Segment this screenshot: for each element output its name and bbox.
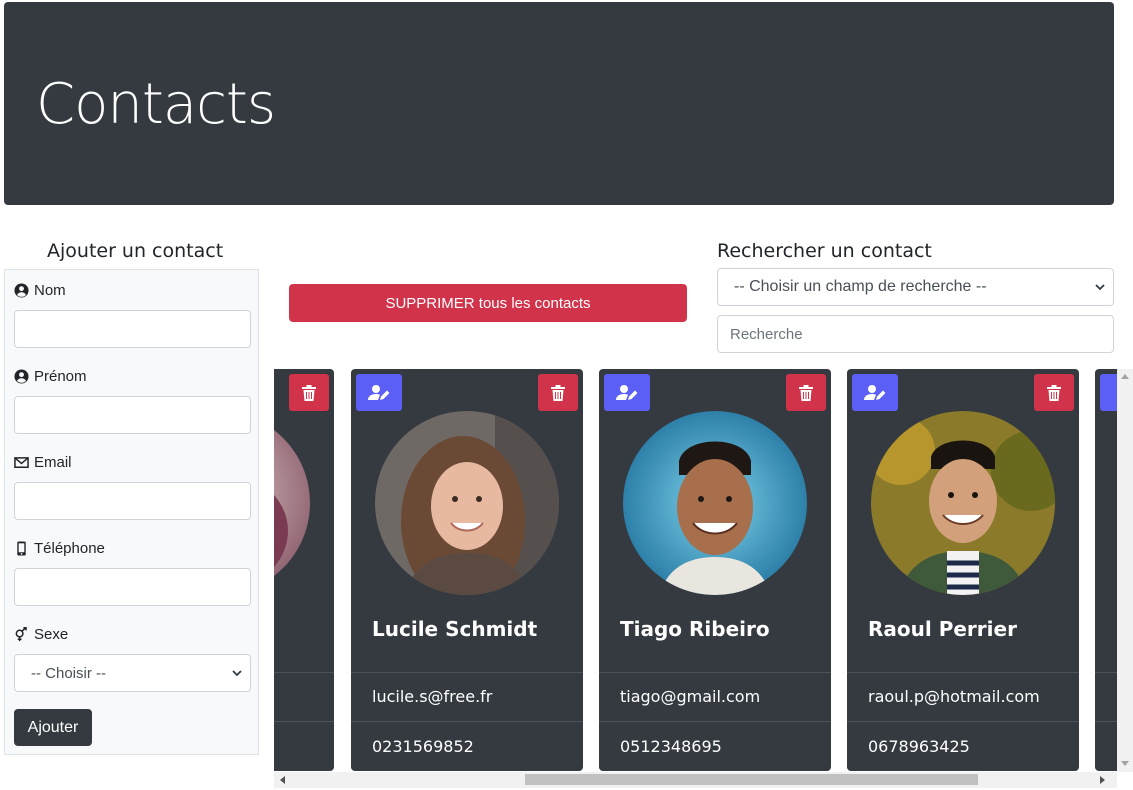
prenom-input[interactable]: [14, 396, 251, 434]
scroll-down-arrow-icon[interactable]: [1121, 761, 1129, 766]
trash-icon: [302, 384, 316, 401]
add-contact-button[interactable]: Ajouter: [14, 709, 92, 746]
delete-contact-button[interactable]: [1034, 374, 1074, 411]
user-circle-icon: [14, 283, 29, 298]
contact-card-partial: [1095, 369, 1117, 771]
delete-contact-button[interactable]: [786, 374, 826, 411]
nom-label: Nom: [14, 282, 66, 299]
user-edit-icon: [864, 384, 886, 400]
prenom-label: Prénom: [14, 368, 87, 385]
trash-icon: [799, 384, 813, 401]
contact-name: Tiago Ribeiro: [620, 617, 770, 641]
card-divider: [274, 672, 334, 673]
card-divider: [847, 721, 1079, 722]
user-edit-icon: [368, 384, 390, 400]
contact-email: lucile.s@free.fr: [372, 687, 493, 706]
contact-email: tiago@gmail.com: [620, 687, 761, 706]
contact-name: Lucile Schmidt: [372, 617, 538, 641]
telephone-label: Téléphone: [14, 540, 105, 557]
contact-card: Raoul Perrier raoul.p@hotmail.com 067896…: [847, 369, 1079, 771]
horizontal-scroll-thumb[interactable]: [525, 774, 978, 785]
card-divider: [351, 672, 583, 673]
chevron-down-icon: [232, 670, 242, 677]
horizontal-scrollbar[interactable]: [274, 772, 1117, 788]
scroll-right-arrow-icon[interactable]: [1100, 776, 1105, 784]
card-divider: [1095, 672, 1117, 673]
gender-icon: [15, 627, 27, 642]
trash-icon: [551, 384, 565, 401]
delete-contact-button[interactable]: [538, 374, 578, 411]
email-input[interactable]: [14, 482, 251, 520]
contact-phone: 0678963425: [868, 737, 970, 756]
add-contact-form: Nom Prénom Email Téléphone Sexe -- Chois…: [4, 269, 259, 755]
edit-contact-button[interactable]: [356, 374, 402, 411]
contact-phone: 0512348695: [620, 737, 722, 756]
page-title: Contacts: [36, 72, 276, 137]
delete-contact-button[interactable]: [289, 374, 329, 411]
contact-card: Tiago Ribeiro tiago@gmail.com 0512348695: [599, 369, 831, 771]
contact-email: raoul.p@hotmail.com: [868, 687, 1040, 706]
card-divider: [274, 721, 334, 722]
search-contact-title: Rechercher un contact: [717, 240, 932, 262]
envelope-icon: [14, 457, 29, 468]
user-circle-icon: [14, 369, 29, 384]
contact-card-partial: [274, 369, 334, 771]
contact-cards-list[interactable]: Lucile Schmidt lucile.s@free.fr 02315698…: [274, 369, 1117, 772]
card-divider: [1095, 721, 1117, 722]
card-divider: [351, 721, 583, 722]
contact-avatar: [871, 411, 1055, 595]
edit-contact-button[interactable]: [852, 374, 898, 411]
user-edit-icon: [616, 384, 638, 400]
contact-avatar: [623, 411, 807, 595]
mobile-phone-icon: [17, 541, 26, 556]
telephone-input[interactable]: [14, 568, 251, 606]
add-contact-title: Ajouter un contact: [47, 240, 224, 262]
sexe-select[interactable]: -- Choisir --: [14, 654, 251, 692]
page-header: Contacts: [4, 2, 1114, 205]
trash-icon: [1047, 384, 1061, 401]
card-divider: [847, 672, 1079, 673]
scroll-left-arrow-icon[interactable]: [280, 776, 285, 784]
contact-avatar: [274, 411, 310, 595]
search-input[interactable]: Recherche: [717, 315, 1114, 353]
nom-input[interactable]: [14, 310, 251, 348]
edit-contact-button[interactable]: [1100, 374, 1117, 411]
edit-contact-button[interactable]: [604, 374, 650, 411]
search-field-select[interactable]: -- Choisir un champ de recherche --: [717, 268, 1114, 306]
contact-avatar: [375, 411, 559, 595]
chevron-down-icon: [1095, 284, 1105, 291]
contact-name: Raoul Perrier: [868, 617, 1017, 641]
contact-card: Lucile Schmidt lucile.s@free.fr 02315698…: [351, 369, 583, 771]
delete-all-button[interactable]: SUPPRIMER tous les contacts: [289, 284, 687, 322]
card-divider: [599, 721, 831, 722]
contact-phone: 0231569852: [372, 737, 474, 756]
scroll-up-arrow-icon[interactable]: [1121, 374, 1129, 379]
vertical-scrollbar[interactable]: [1117, 369, 1133, 772]
sexe-label: Sexe: [14, 626, 68, 643]
email-label: Email: [14, 454, 72, 471]
card-divider: [599, 672, 831, 673]
